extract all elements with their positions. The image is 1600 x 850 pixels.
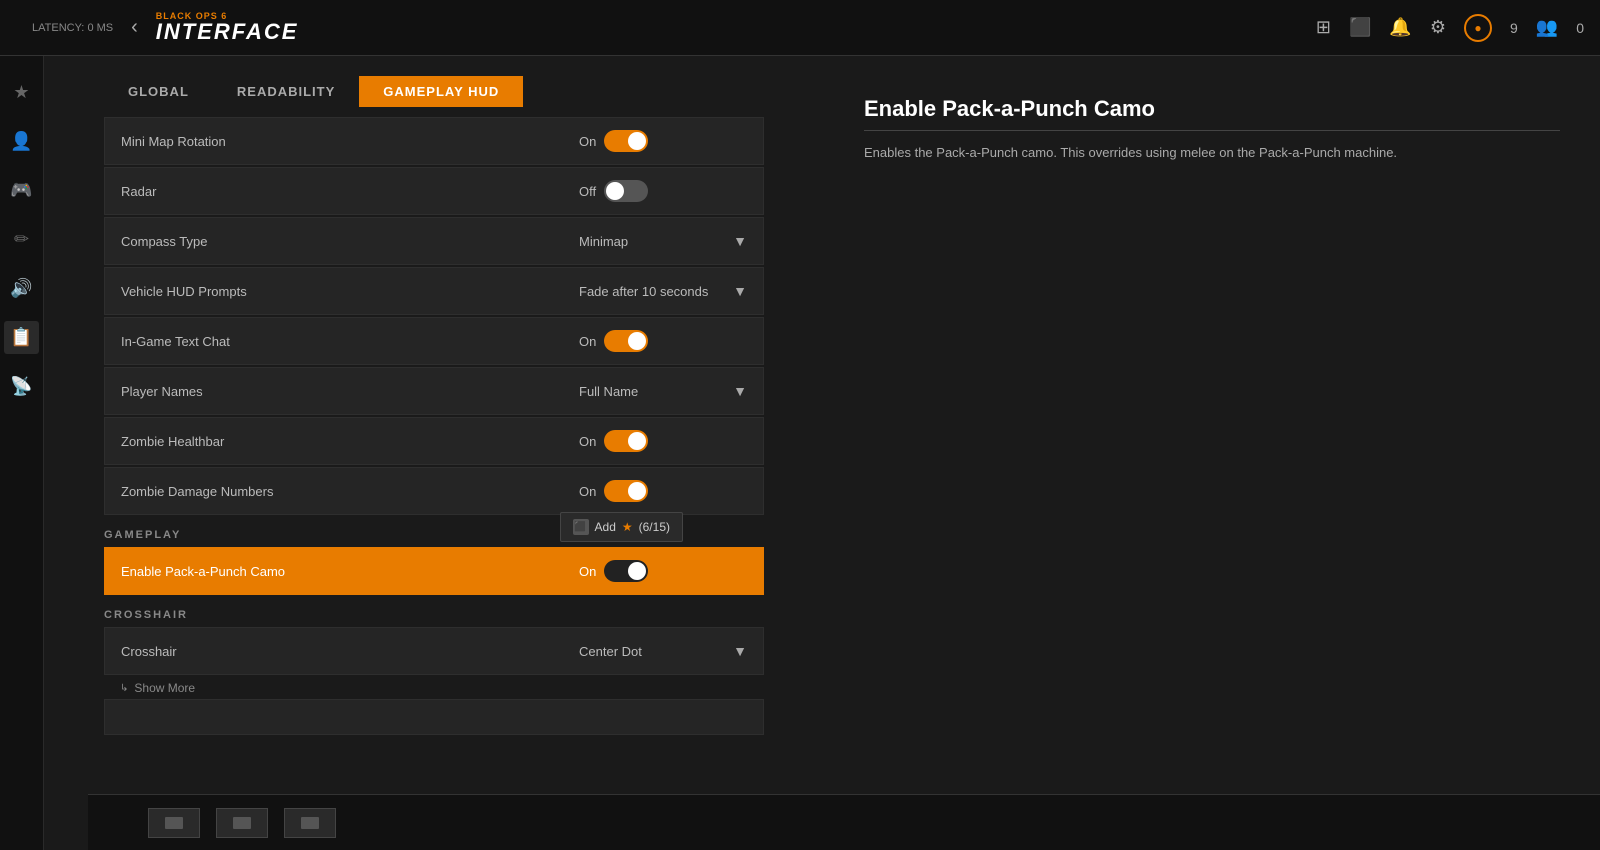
vehicle-hud-label: Vehicle HUD Prompts xyxy=(105,272,563,311)
mini-map-rotation-value: On xyxy=(563,118,763,164)
gear-icon[interactable]: ⚙ xyxy=(1430,17,1446,38)
friends-icon[interactable]: 👥 xyxy=(1536,17,1558,38)
info-title: Enable Pack-a-Punch Camo xyxy=(864,96,1560,131)
sidebar-item-interface[interactable]: 📋 xyxy=(4,321,38,354)
show-more-label: Show More xyxy=(134,681,195,695)
setting-radar: Radar Off xyxy=(104,167,764,215)
setting-vehicle-hud: Vehicle HUD Prompts Fade after 10 second… xyxy=(104,267,764,315)
sidebar-item-profile[interactable]: 👤 xyxy=(4,125,38,158)
notification-count: 9 xyxy=(1510,20,1518,36)
tooltip-add-label: Add xyxy=(595,520,616,534)
enable-pack-punch-camo-label: Enable Pack-a-Punch Camo xyxy=(105,552,536,591)
radar-toggle[interactable] xyxy=(604,180,648,202)
enable-pack-punch-camo-value: On xyxy=(563,548,763,594)
latency-label: LATENCY: 0 MS xyxy=(32,22,113,34)
in-game-text-chat-label: In-Game Text Chat xyxy=(105,322,563,361)
bell-icon[interactable]: 🔔 xyxy=(1389,17,1411,38)
main-content: GLOBAL READABILITY GAMEPLAY HUD Mini Map… xyxy=(44,56,1600,850)
setting-zombie-damage-numbers: Zombie Damage Numbers On xyxy=(104,467,764,515)
compass-type-value[interactable]: Minimap ▼ xyxy=(563,221,763,261)
bottom-btn-2[interactable] xyxy=(216,808,268,838)
radar-value: Off xyxy=(563,168,763,214)
info-description: Enables the Pack-a-Punch camo. This over… xyxy=(864,143,1560,164)
tab-global[interactable]: GLOBAL xyxy=(104,76,213,107)
bottom-btn-1[interactable] xyxy=(148,808,200,838)
sidebar-item-network[interactable]: 📡 xyxy=(4,370,38,403)
topbar: LATENCY: 0 MS ‹ BLACK OPS 6 INTERFACE ⊞ … xyxy=(0,0,1600,56)
grid-icon[interactable]: ⊞ xyxy=(1316,17,1331,38)
in-game-text-chat-toggle[interactable] xyxy=(604,330,648,352)
mini-map-rotation-toggle[interactable] xyxy=(604,130,648,152)
info-panel: Enable Pack-a-Punch Camo Enables the Pac… xyxy=(824,56,1600,850)
in-game-text-chat-value: On xyxy=(563,318,763,364)
tab-gameplay-hud[interactable]: GAMEPLAY HUD xyxy=(359,76,523,107)
topbar-left: LATENCY: 0 MS ‹ BLACK OPS 6 INTERFACE xyxy=(16,12,298,43)
back-button[interactable]: ‹ xyxy=(123,12,146,43)
add-favorite-tooltip: ⬛ Add ★ (6/15) xyxy=(560,512,683,542)
bottom-btn-2-icon xyxy=(233,817,251,829)
setting-zombie-healthbar: Zombie Healthbar On xyxy=(104,417,764,465)
enable-pack-punch-camo-toggle[interactable] xyxy=(604,560,648,582)
camera-icon[interactable]: ⬛ xyxy=(1349,17,1371,38)
setting-in-game-text-chat: In-Game Text Chat On xyxy=(104,317,764,365)
show-more-button[interactable]: ↳ Show More xyxy=(104,677,764,699)
bottom-btn-1-icon xyxy=(165,817,183,829)
logo-main: INTERFACE xyxy=(156,21,299,43)
settings-list: Mini Map Rotation On Radar Off Compass T… xyxy=(44,107,824,850)
profile-circle-icon[interactable]: ● xyxy=(1464,14,1492,42)
compass-type-label: Compass Type xyxy=(105,222,563,261)
crosshair-label: Crosshair xyxy=(105,632,563,671)
topbar-right: ⊞ ⬛ 🔔 ⚙ ● 9 👥 0 xyxy=(1316,14,1584,42)
pack-punch-star-icon[interactable]: ★ xyxy=(544,564,555,578)
tab-readability[interactable]: READABILITY xyxy=(213,76,359,107)
setting-player-names: Player Names Full Name ▼ xyxy=(104,367,764,415)
crosshair-value[interactable]: Center Dot ▼ xyxy=(563,631,763,671)
tooltip-controller-icon: ⬛ xyxy=(573,519,589,535)
setting-compass-type: Compass Type Minimap ▼ xyxy=(104,217,764,265)
tabs-bar: GLOBAL READABILITY GAMEPLAY HUD xyxy=(44,56,824,107)
vehicle-hud-value[interactable]: Fade after 10 seconds ▼ xyxy=(563,271,763,311)
compass-type-dropdown-arrow: ▼ xyxy=(733,233,747,249)
zombie-healthbar-value: On xyxy=(563,418,763,464)
mini-map-rotation-label: Mini Map Rotation xyxy=(105,122,563,161)
zombie-damage-numbers-label: Zombie Damage Numbers xyxy=(105,472,563,511)
setting-mini-map-rotation: Mini Map Rotation On xyxy=(104,117,764,165)
bottom-btn-3[interactable] xyxy=(284,808,336,838)
vehicle-hud-dropdown-arrow: ▼ xyxy=(733,283,747,299)
player-names-value[interactable]: Full Name ▼ xyxy=(563,371,763,411)
setting-enable-pack-punch-camo: Enable Pack-a-Punch Camo ★ On ⬛ Add ★ (6… xyxy=(104,547,764,595)
settings-panel: GLOBAL READABILITY GAMEPLAY HUD Mini Map… xyxy=(44,56,824,850)
bottom-btn-3-icon xyxy=(301,817,319,829)
logo: BLACK OPS 6 INTERFACE xyxy=(156,12,299,43)
zombie-healthbar-label: Zombie Healthbar xyxy=(105,422,563,461)
radar-label: Radar xyxy=(105,172,563,211)
section-header-crosshair: CROSSHAIR xyxy=(104,597,764,627)
player-names-label: Player Names xyxy=(105,372,563,411)
sidebar-item-edit[interactable]: ✏ xyxy=(8,223,35,256)
tooltip-star-icon: ★ xyxy=(622,520,633,534)
show-more-arrow-icon: ↳ xyxy=(120,683,128,694)
zombie-healthbar-toggle[interactable] xyxy=(604,430,648,452)
zombie-damage-numbers-toggle[interactable] xyxy=(604,480,648,502)
sidebar-item-favorites[interactable]: ★ xyxy=(7,76,35,109)
sidebar: ★ 👤 🎮 ✏ 🔊 📋 📡 xyxy=(0,56,44,850)
setting-crosshair: Crosshair Center Dot ▼ xyxy=(104,627,764,675)
user-count: 0 xyxy=(1576,20,1584,36)
sidebar-item-audio[interactable]: 🔊 xyxy=(4,272,38,305)
zombie-damage-numbers-value: On xyxy=(563,468,763,514)
sidebar-item-gameplay[interactable]: 🎮 xyxy=(4,174,38,207)
player-names-dropdown-arrow: ▼ xyxy=(733,383,747,399)
extra-setting-row xyxy=(104,699,764,735)
tooltip-count: (6/15) xyxy=(639,520,670,534)
bottombar xyxy=(88,794,1600,850)
crosshair-dropdown-arrow: ▼ xyxy=(733,643,747,659)
